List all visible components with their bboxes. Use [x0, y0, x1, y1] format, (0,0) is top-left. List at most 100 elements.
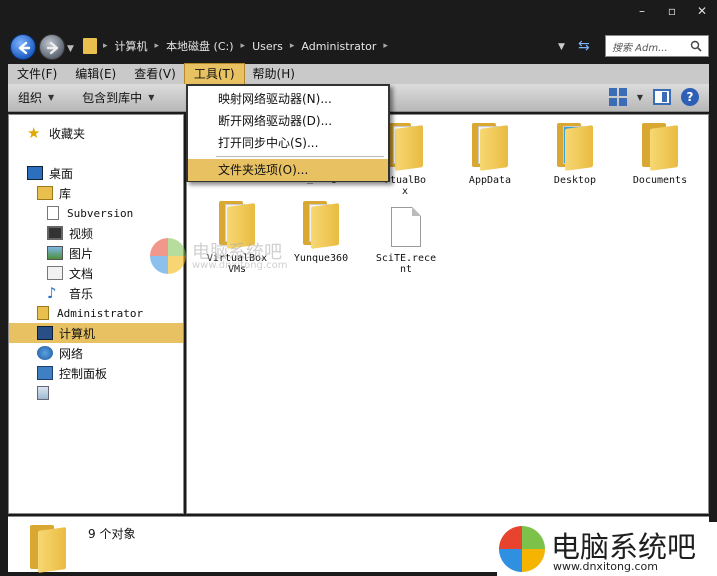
- folder-item-appdata[interactable]: AppData: [450, 123, 530, 186]
- menu-view[interactable]: 查看(V): [125, 64, 185, 84]
- help-icon[interactable]: ?: [681, 88, 699, 106]
- breadcrumb: ▸ 计算机 ▸ 本地磁盘 (C:) ▸ Users ▸ Administrato…: [100, 38, 391, 54]
- logo-icon: [150, 238, 186, 274]
- watermark-url: www.dnxitong.com: [553, 560, 658, 573]
- sidebar-item-label: 控制面板: [59, 366, 108, 381]
- folder-icon: [30, 525, 66, 573]
- file-label: Desktop: [553, 175, 597, 186]
- chevron-down-icon[interactable]: ▼: [637, 93, 643, 102]
- search-placeholder: 搜索 Adm...: [612, 42, 668, 54]
- include-library-label: 包含到库中: [82, 91, 143, 105]
- control-panel-icon: [37, 366, 53, 380]
- logo-icon: [499, 526, 545, 572]
- sidebar-item-computer[interactable]: 计算机: [9, 323, 183, 343]
- toolbar-right: ▼ ?: [608, 88, 699, 106]
- sidebar-item-label: 库: [59, 186, 72, 201]
- library-icon: [37, 186, 53, 200]
- breadcrumb-computer[interactable]: 计算机: [111, 38, 152, 54]
- menu-item-disconnect-network-drive[interactable]: 断开网络驱动器(D)...: [188, 110, 388, 132]
- folder-icon: [387, 123, 423, 171]
- sidebar-item-recycle-bin[interactable]: [9, 383, 183, 403]
- view-options-icon[interactable]: [608, 88, 627, 106]
- sidebar-item-control-panel[interactable]: 控制面板: [9, 363, 183, 383]
- menu-separator: [216, 156, 384, 157]
- watermark-corner: 电脑系统吧 www.dnxitong.com: [497, 522, 717, 576]
- organize-button[interactable]: 组织 ▼: [8, 89, 64, 106]
- refresh-icon[interactable]: ⇆: [578, 38, 590, 54]
- folder-icon: [472, 123, 508, 171]
- sidebar-item-desktop[interactable]: 桌面: [9, 163, 183, 183]
- sidebar-item-label: 收藏夹: [49, 126, 86, 141]
- menu-item-map-network-drive[interactable]: 映射网络驱动器(N)...: [188, 88, 388, 110]
- star-icon: ★: [27, 124, 41, 142]
- network-icon: [37, 346, 53, 360]
- item-count: 9 个对象: [88, 527, 136, 541]
- address-row: ▼ ▸ 计算机 ▸ 本地磁盘 (C:) ▸ Users ▸ Administra…: [0, 30, 717, 64]
- recycle-bin-icon: [37, 386, 49, 400]
- computer-icon: [37, 326, 53, 340]
- document-icon: [391, 207, 421, 247]
- menu-help[interactable]: 帮助(H): [244, 64, 304, 84]
- sidebar-item-label: 桌面: [49, 166, 74, 181]
- back-button[interactable]: [10, 34, 36, 60]
- sidebar-item-music[interactable]: ♪ 音乐: [9, 283, 183, 303]
- documents-icon: [47, 266, 63, 280]
- sidebar-item-label: Subversion: [67, 206, 134, 220]
- window-caption-buttons: – ▫ ✕: [627, 0, 717, 26]
- search-icon: [690, 40, 702, 52]
- minimize-button[interactable]: –: [627, 0, 657, 22]
- chevron-right-icon[interactable]: ▸: [238, 41, 249, 51]
- include-library-button[interactable]: 包含到库中 ▼: [72, 89, 164, 106]
- address-history-dropdown[interactable]: ▼: [558, 42, 565, 52]
- video-icon: [47, 226, 63, 240]
- menu-edit[interactable]: 编辑(E): [66, 64, 125, 84]
- folder-icon: [83, 38, 97, 54]
- menu-item-folder-options[interactable]: 文件夹选项(O)...: [188, 159, 388, 181]
- folder-item-documents[interactable]: Documents: [620, 123, 700, 186]
- sidebar-item-label: 文档: [69, 266, 94, 281]
- folder-icon: [642, 123, 678, 171]
- breadcrumb-local-disk[interactable]: 本地磁盘 (C:): [162, 38, 237, 54]
- chevron-right-icon[interactable]: ▸: [380, 41, 391, 51]
- chevron-right-icon[interactable]: ▸: [100, 41, 111, 51]
- menu-file[interactable]: 文件(F): [8, 64, 66, 84]
- tools-menu: 映射网络驱动器(N)... 断开网络驱动器(D)... 打开同步中心(S)...…: [186, 84, 390, 182]
- chevron-right-icon[interactable]: ▸: [287, 41, 298, 51]
- explorer-window: – ▫ ✕ ▼ ▸ 计算机 ▸ 本地磁盘 (C:) ▸ Users ▸ Admi…: [0, 0, 717, 576]
- chevron-down-icon: ▼: [48, 93, 55, 102]
- watermark: 电脑系统吧 www.dnxitong.com: [150, 236, 310, 276]
- menu-item-open-sync-center[interactable]: 打开同步中心(S)...: [188, 132, 388, 154]
- forward-button[interactable]: [39, 34, 65, 60]
- close-button[interactable]: ✕: [687, 0, 717, 22]
- sidebar-item-libraries[interactable]: 库: [9, 183, 183, 203]
- preview-pane-icon[interactable]: [653, 89, 671, 105]
- chevron-down-icon: ▼: [148, 93, 155, 102]
- folder-item-desktop[interactable]: Desktop: [535, 123, 615, 186]
- picture-icon: [47, 246, 63, 260]
- sidebar-item-label: 图片: [69, 246, 94, 261]
- music-icon: ♪: [47, 284, 57, 302]
- file-item-scite-recent[interactable]: SciTE.rece nt: [366, 207, 446, 275]
- maximize-button[interactable]: ▫: [657, 0, 687, 22]
- desktop-icon: [27, 166, 43, 180]
- arrow-right-icon: [46, 41, 59, 55]
- sidebar-item-label: 计算机: [59, 326, 96, 341]
- sidebar-item-favorites[interactable]: ★ 收藏夹: [9, 123, 183, 143]
- desktop-folder-icon: [557, 123, 593, 171]
- sidebar-item-label: 视频: [69, 226, 94, 241]
- sidebar-item-label: Administrator: [57, 306, 144, 320]
- document-icon: [47, 206, 59, 220]
- search-input[interactable]: 搜索 Adm...: [605, 35, 709, 57]
- breadcrumb-administrator[interactable]: Administrator: [297, 40, 380, 53]
- file-label: Documents: [632, 175, 688, 186]
- sidebar-item-subversion[interactable]: Subversion: [9, 203, 183, 223]
- recent-pages-dropdown[interactable]: ▼: [67, 44, 74, 54]
- sidebar-item-administrator[interactable]: Administrator: [9, 303, 183, 323]
- chevron-right-icon[interactable]: ▸: [152, 41, 163, 51]
- arrow-left-icon: [18, 41, 31, 55]
- menu-tools[interactable]: 工具(T): [183, 63, 245, 85]
- sidebar-item-network[interactable]: 网络: [9, 343, 183, 363]
- breadcrumb-users[interactable]: Users: [248, 40, 287, 53]
- user-folder-icon: [37, 306, 49, 320]
- file-label: SciTE.rece nt: [375, 253, 437, 275]
